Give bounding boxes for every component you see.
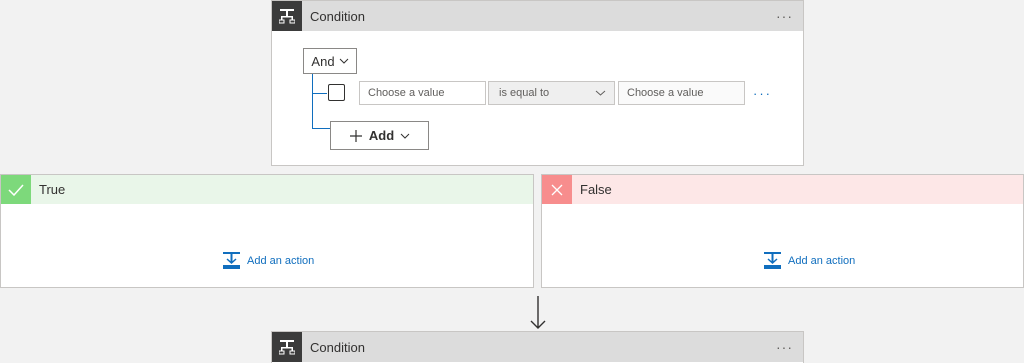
chevron-down-icon	[339, 58, 348, 64]
arrow-down-icon	[530, 296, 546, 329]
false-add-action-button[interactable]: Add an action	[763, 251, 855, 270]
true-add-action-button[interactable]: Add an action	[222, 251, 314, 270]
false-add-action-label: Add an action	[788, 254, 856, 267]
add-label: Add	[368, 128, 395, 143]
right-value-input[interactable]: Choose a value	[618, 81, 745, 105]
false-branch-card: False Add an action	[541, 174, 1024, 288]
operator-label: is equal to	[499, 87, 550, 99]
chevron-down-icon	[400, 133, 410, 139]
close-icon	[542, 175, 572, 204]
right-value-placeholder: Choose a value	[627, 87, 704, 99]
plus-icon	[349, 129, 362, 142]
false-branch-title: False	[580, 182, 612, 197]
add-button[interactable]: Add	[330, 121, 429, 150]
tree-line	[312, 74, 313, 129]
true-branch-card: True Add an action	[0, 174, 534, 288]
condition-icon	[272, 332, 302, 362]
condition-more-icon[interactable]: ···	[776, 8, 793, 24]
left-value-input[interactable]: Choose a value	[359, 81, 486, 105]
condition-card-bottom: Condition ···	[271, 331, 804, 363]
condition-icon	[272, 1, 302, 31]
checkmark-icon	[1, 175, 31, 204]
condition-card: Condition ··· And Choose a value is equa…	[271, 0, 804, 166]
condition-more-icon[interactable]: ···	[776, 339, 793, 355]
group-operator-select[interactable]: And	[303, 48, 357, 74]
condition-header[interactable]: Condition ···	[272, 1, 803, 31]
add-action-icon	[223, 252, 240, 269]
group-operator-label: And	[311, 53, 335, 69]
left-value-placeholder: Choose a value	[368, 87, 445, 99]
true-branch-header[interactable]: True	[1, 175, 533, 204]
condition-title-bottom: Condition	[310, 339, 365, 355]
add-action-icon	[764, 252, 781, 269]
condition-title: Condition	[310, 8, 365, 24]
row-more-icon[interactable]: ···	[753, 86, 772, 101]
row-checkbox[interactable]	[328, 84, 345, 101]
true-branch-title: True	[39, 182, 66, 197]
tree-line	[312, 128, 330, 129]
chevron-down-icon	[595, 90, 606, 96]
false-branch-header[interactable]: False	[542, 175, 1023, 204]
operator-select[interactable]: is equal to	[488, 81, 615, 105]
tree-line	[312, 93, 327, 94]
condition-header-bottom[interactable]: Condition ···	[272, 332, 803, 362]
true-add-action-label: Add an action	[247, 254, 315, 267]
